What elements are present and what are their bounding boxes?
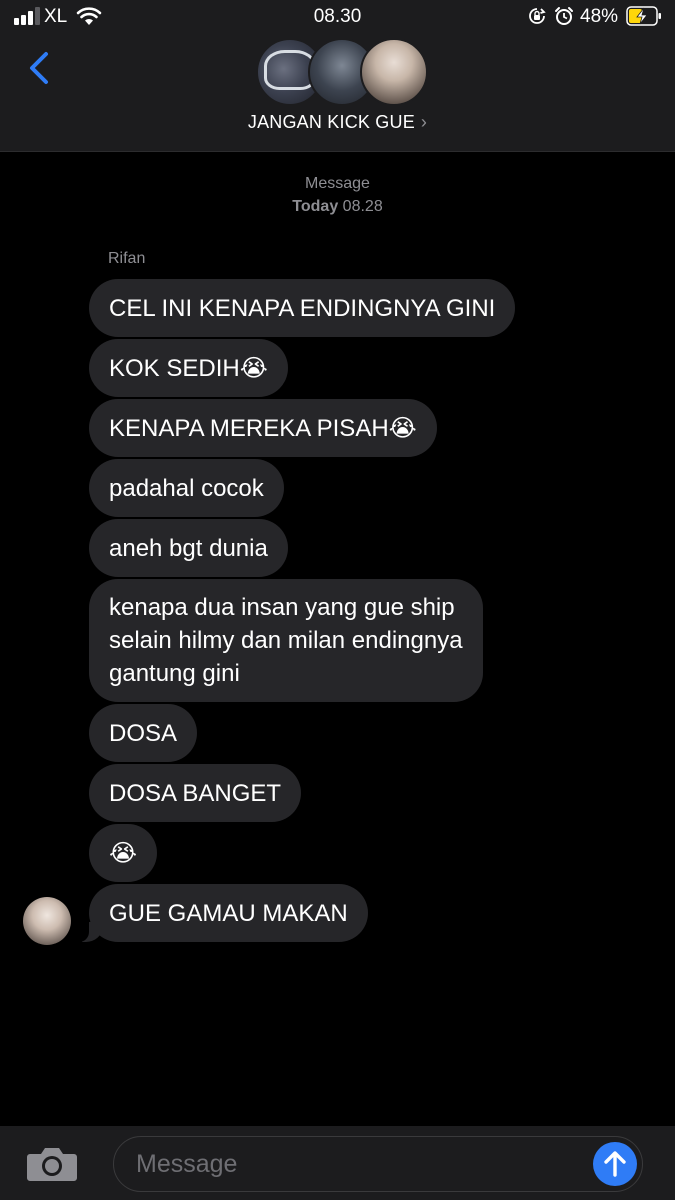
message-bubble[interactable]: kenapa dua insan yang gue ship selain hi…: [89, 579, 483, 702]
battery-percent: 48%: [580, 6, 619, 27]
back-button[interactable]: [18, 46, 62, 90]
group-name: JANGAN KICK GUE: [247, 112, 415, 132]
message-input[interactable]: [113, 1136, 643, 1192]
arrow-up-icon: [604, 1151, 626, 1177]
battery-charging-icon: [626, 6, 661, 26]
sender-name: Rifan: [108, 250, 146, 267]
conversation-header: JANGAN KICK GUE ›: [0, 34, 675, 152]
message-bubble[interactable]: DOSA: [89, 704, 198, 762]
group-name-button[interactable]: JANGAN KICK GUE ›: [0, 112, 675, 133]
group-avatars[interactable]: [256, 38, 428, 106]
message-bubble[interactable]: padahal cocok: [89, 459, 284, 517]
message-timestamp: Message Today 08.28: [0, 172, 675, 218]
send-button[interactable]: [593, 1142, 637, 1186]
message-bubble[interactable]: KENAPA MEREKA PISAH😭: [89, 399, 437, 457]
alarm-icon: [555, 7, 573, 25]
message-bubble[interactable]: DOSA BANGET: [89, 764, 302, 822]
message-bubble[interactable]: KOK SEDIH😭: [89, 339, 288, 397]
sender-avatar[interactable]: [23, 897, 71, 945]
status-bar: XL 08.30 48%: [0, 0, 675, 34]
message-bubble[interactable]: CEL INI KENAPA ENDINGNYA GINI: [89, 279, 516, 337]
message-bubble[interactable]: GUE GAMAU MAKAN: [69, 884, 368, 942]
chevron-right-icon: ›: [420, 112, 428, 132]
avatar: [360, 38, 428, 106]
timestamp-service: Message: [305, 175, 370, 192]
timestamp-day: Today: [292, 198, 339, 215]
composer-bar: [0, 1126, 675, 1200]
camera-icon[interactable]: [26, 1144, 78, 1182]
orientation-lock-icon: [529, 8, 546, 24]
message-bubble[interactable]: aneh bgt dunia: [89, 519, 288, 577]
message-list: CEL INI KENAPA ENDINGNYA GINI KOK SEDIH😭…: [69, 279, 609, 944]
message-bubble[interactable]: 😭: [89, 824, 158, 882]
timestamp-time: 08.28: [342, 198, 383, 215]
